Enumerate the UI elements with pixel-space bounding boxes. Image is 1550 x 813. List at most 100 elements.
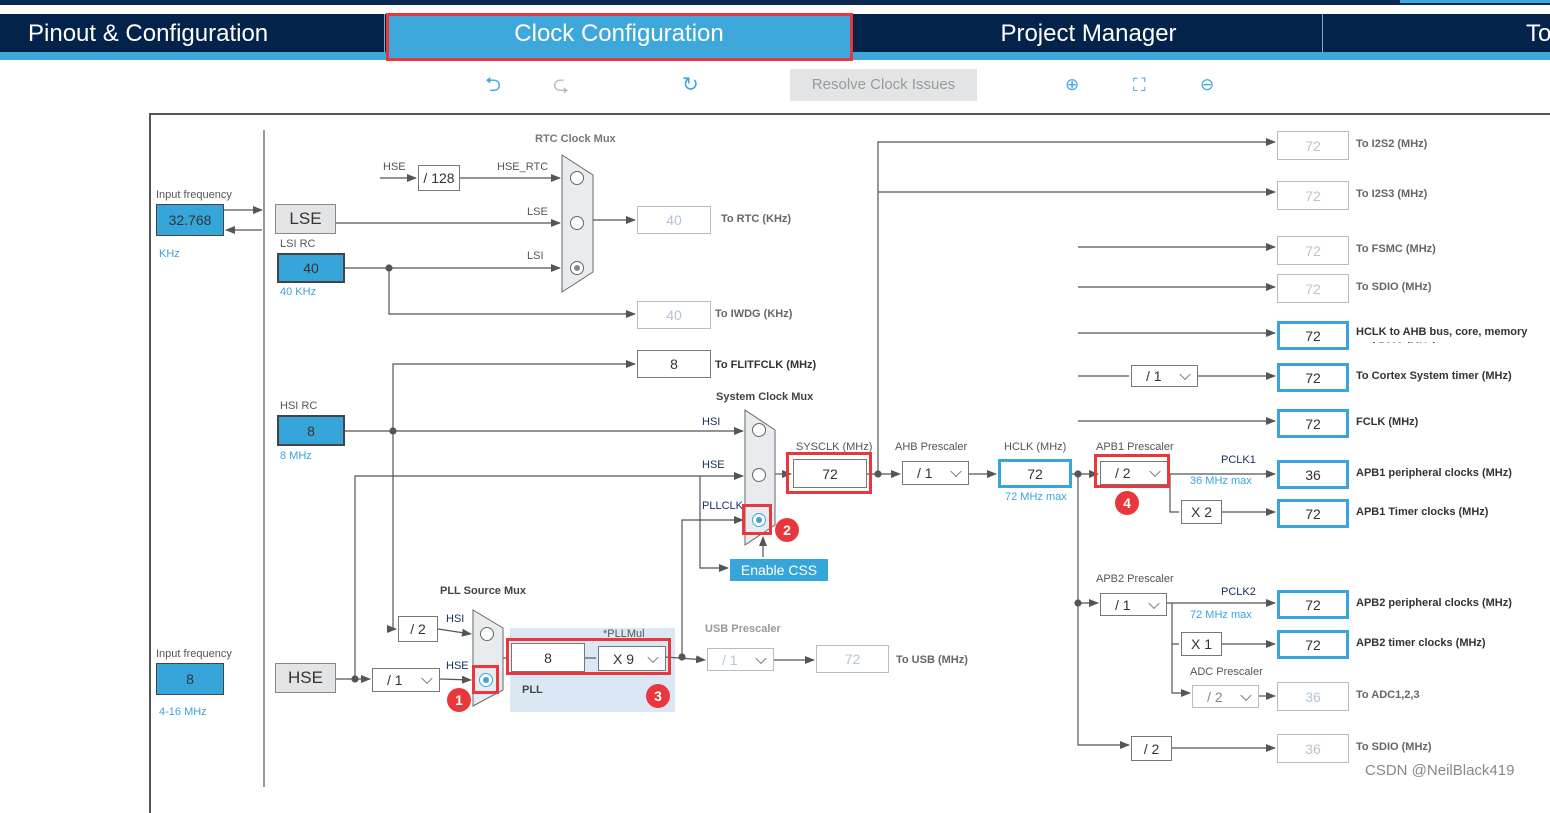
ahb-prescaler-value: / 1 bbox=[917, 465, 933, 481]
wire bbox=[437, 628, 472, 637]
output-value: 36 bbox=[1277, 460, 1349, 489]
output-label: To I2S3 (MHz) bbox=[1356, 188, 1428, 200]
enable-css-button[interactable]: Enable CSS bbox=[730, 559, 828, 581]
chevron-down-icon bbox=[1240, 689, 1252, 701]
output-label: To Cortex System timer (MHz) bbox=[1356, 370, 1512, 382]
lse-block: LSE bbox=[275, 204, 336, 234]
apb1-prescaler-label: APB1 Prescaler bbox=[1096, 441, 1174, 453]
output-value: 72 bbox=[1277, 274, 1349, 303]
hsi-unit: 8 MHz bbox=[280, 450, 312, 462]
output-value: 72 bbox=[1277, 499, 1349, 528]
highlight-pllclk bbox=[742, 504, 772, 535]
hclk-label: HCLK (MHz) bbox=[1004, 441, 1067, 453]
rtc-lsi-label: LSI bbox=[527, 250, 544, 262]
output-label: APB2 timer clocks (MHz) bbox=[1356, 637, 1486, 649]
output-value: 72 bbox=[1277, 181, 1349, 210]
hse-rtc-divider: / 128 bbox=[418, 165, 460, 191]
sdio-divider: / 2 bbox=[1131, 736, 1172, 761]
pll-source-mux-title: PLL Source Mux bbox=[440, 585, 526, 597]
lse-frequency-input[interactable]: 32.768 bbox=[156, 204, 224, 236]
usb-prescaler-label: USB Prescaler bbox=[705, 623, 781, 635]
iwdg-output: 40 bbox=[637, 301, 711, 329]
apb2-max: 72 MHz max bbox=[1190, 609, 1252, 621]
wire bbox=[387, 431, 397, 633]
rtc-radio-lsi[interactable] bbox=[570, 261, 584, 275]
rtc-lse-label: LSE bbox=[527, 206, 548, 218]
wire bbox=[1171, 603, 1179, 645]
rtc-radio-lse[interactable] bbox=[570, 216, 584, 230]
usb-prescaler-value: / 1 bbox=[722, 651, 738, 668]
output-label: To ADC1,2,3 bbox=[1356, 689, 1420, 701]
hse-input-label: Input frequency bbox=[156, 648, 232, 660]
wire bbox=[681, 516, 744, 657]
lsi-unit: 40 KHz bbox=[280, 286, 317, 298]
rtc-mux-title: RTC Clock Mux bbox=[535, 133, 616, 145]
highlight-pllsrc-hse bbox=[472, 665, 499, 694]
hclk-max: 72 MHz max bbox=[1005, 491, 1067, 503]
pclk2-label: PCLK2 bbox=[1221, 586, 1256, 598]
output-label: HCLK to AHB bus, core, memory and DMA (M… bbox=[1356, 326, 1528, 343]
sysmux-pllclk-label: PLLCLK bbox=[702, 500, 743, 512]
output-label: To I2S2 (MHz) bbox=[1356, 138, 1428, 150]
apb2-timer-multiplier: X 1 bbox=[1181, 632, 1222, 656]
apb2-prescaler-select[interactable]: / 1 bbox=[1100, 593, 1167, 616]
output-value: 72 bbox=[1277, 630, 1349, 659]
output-label: To FSMC (MHz) bbox=[1356, 243, 1436, 255]
badge-1: 1 bbox=[447, 688, 471, 712]
hsi-value: 8 bbox=[277, 415, 345, 446]
wire-junction bbox=[874, 470, 882, 478]
lsi-label: LSI RC bbox=[280, 238, 316, 250]
output-value: 72 bbox=[1277, 363, 1349, 392]
wire bbox=[392, 360, 636, 431]
output-label: APB2 peripheral clocks (MHz) bbox=[1356, 597, 1512, 609]
ahb-prescaler-label: AHB Prescaler bbox=[895, 441, 968, 453]
output-value: 72 bbox=[1277, 409, 1349, 438]
output-label: FCLK (MHz) bbox=[1356, 416, 1419, 428]
hse-unit: 4-16 MHz bbox=[159, 706, 207, 718]
iwdg-output-label: To IWDG (KHz) bbox=[715, 308, 793, 320]
wire-junction bbox=[351, 675, 359, 683]
wire-junction bbox=[385, 264, 393, 272]
output-value: 72 bbox=[1277, 131, 1349, 160]
wire-junction bbox=[389, 427, 397, 435]
hse-prediv-select[interactable]: / 1 bbox=[372, 668, 440, 692]
badge-4: 4 bbox=[1115, 491, 1139, 515]
sysmux-radio-hsi[interactable] bbox=[752, 423, 766, 437]
adc-prescaler-label: ADC Prescaler bbox=[1190, 666, 1263, 678]
rtc-radio-hse[interactable] bbox=[570, 171, 584, 185]
chevron-down-icon bbox=[1179, 368, 1191, 381]
pllsrc-radio-hsi[interactable] bbox=[480, 627, 494, 641]
hse-rtc-label: HSE_RTC bbox=[497, 161, 549, 173]
pllsrc-hse-label: HSE bbox=[446, 660, 469, 672]
flitfclk-output: 8 bbox=[637, 350, 711, 378]
cortex-timer-divider-select[interactable]: / 1 bbox=[1131, 365, 1198, 387]
hse-block: HSE bbox=[275, 663, 336, 693]
pll-label: PLL bbox=[522, 684, 543, 696]
usb-output-label: To USB (MHz) bbox=[896, 654, 968, 666]
hse-prediv-value: / 1 bbox=[387, 672, 403, 688]
apb1-max: 36 MHz max bbox=[1190, 475, 1252, 487]
wire bbox=[699, 476, 729, 572]
lse-input-label: Input frequency bbox=[156, 189, 232, 201]
sysmux-radio-hse[interactable] bbox=[752, 468, 766, 482]
wire-junction bbox=[678, 653, 686, 661]
watermark: CSDN @NeilBlack419 bbox=[1365, 762, 1515, 779]
output-label: To SDIO (MHz) bbox=[1356, 741, 1432, 753]
chevron-down-icon bbox=[421, 672, 433, 685]
apb2-prescaler-value: / 1 bbox=[1115, 596, 1131, 613]
ahb-prescaler-select[interactable]: / 1 bbox=[902, 461, 969, 485]
badge-3: 3 bbox=[646, 684, 670, 708]
cortex-divider-value: / 1 bbox=[1146, 368, 1162, 384]
hsi-label: HSI RC bbox=[280, 400, 318, 412]
lsi-value: 40 bbox=[277, 253, 345, 283]
adc-prescaler-select[interactable]: / 2 bbox=[1192, 685, 1259, 708]
sysmux-hse-label: HSE bbox=[702, 459, 725, 471]
usb-prescaler-select[interactable]: / 1 bbox=[707, 648, 774, 671]
hse-frequency-input[interactable]: 8 bbox=[156, 663, 224, 695]
rtc-output: 40 bbox=[637, 206, 711, 234]
wire bbox=[388, 268, 636, 318]
apb2-prescaler-label: APB2 Prescaler bbox=[1096, 573, 1174, 585]
output-value: 72 bbox=[1277, 236, 1349, 265]
hclk-input[interactable]: 72 bbox=[998, 459, 1072, 488]
chevron-down-icon bbox=[1148, 597, 1160, 609]
